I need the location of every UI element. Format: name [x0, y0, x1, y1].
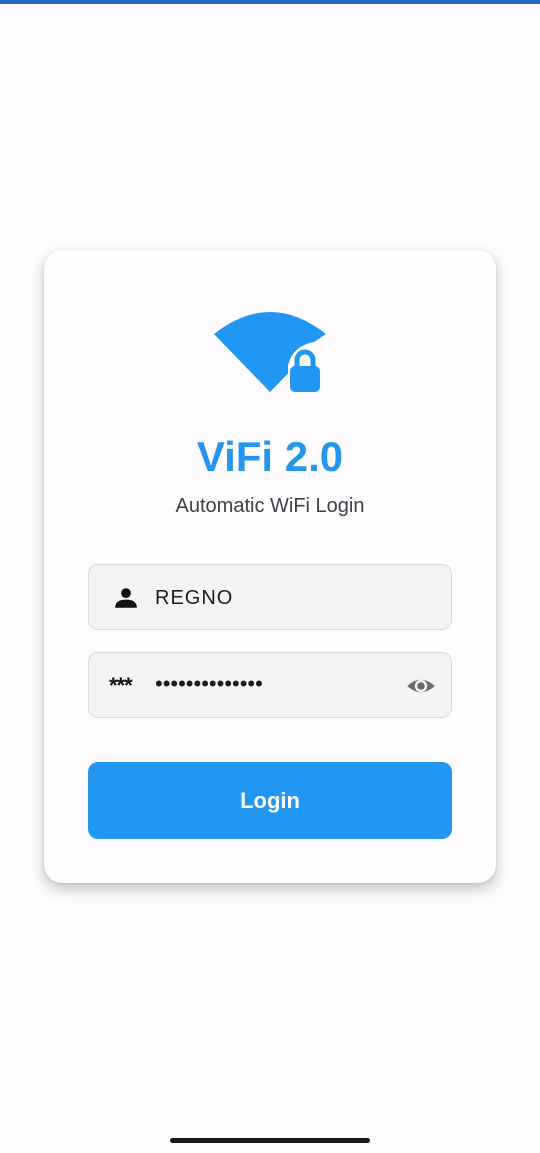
home-indicator[interactable] [170, 1138, 370, 1143]
login-card: ViFi 2.0 Automatic WiFi Login REGNO *** … [44, 250, 496, 883]
password-icon: *** [109, 673, 133, 698]
password-value: •••••••••••••• [155, 671, 263, 696]
password-field[interactable]: *** •••••••••••••• [88, 652, 452, 718]
eye-icon[interactable] [405, 671, 437, 701]
login-button[interactable]: Login [88, 762, 452, 839]
wifi-lock-icon [214, 312, 326, 392]
username-value: REGNO [155, 587, 234, 609]
top-accent-bar [0, 0, 540, 4]
app-title: ViFi 2.0 [196, 433, 344, 480]
app-subtitle: Automatic WiFi Login [175, 495, 365, 517]
person-icon [115, 588, 137, 608]
username-field[interactable]: REGNO [88, 564, 452, 630]
